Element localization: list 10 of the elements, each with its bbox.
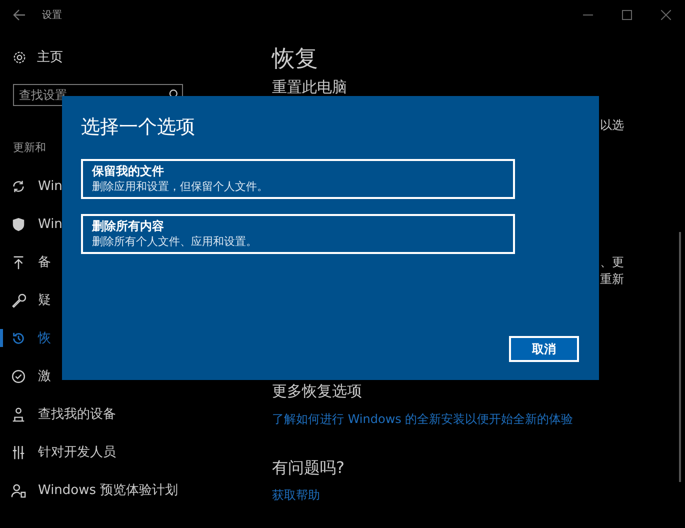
section-heading: 更新和 [13, 140, 47, 155]
dialog-title: 选择一个选项 [81, 115, 196, 140]
section-heading: 更多恢复选项 [272, 382, 363, 401]
section-heading: 重置此电脑 [272, 78, 348, 97]
window-title: 设置 [42, 8, 62, 22]
section-heading: 有问题吗? [272, 458, 346, 479]
text-fragment: 以选 [600, 117, 624, 134]
text-fragment: 重新 [600, 271, 624, 288]
text-fragment: 、更 [600, 254, 624, 271]
page-title: 恢复 [272, 45, 319, 74]
